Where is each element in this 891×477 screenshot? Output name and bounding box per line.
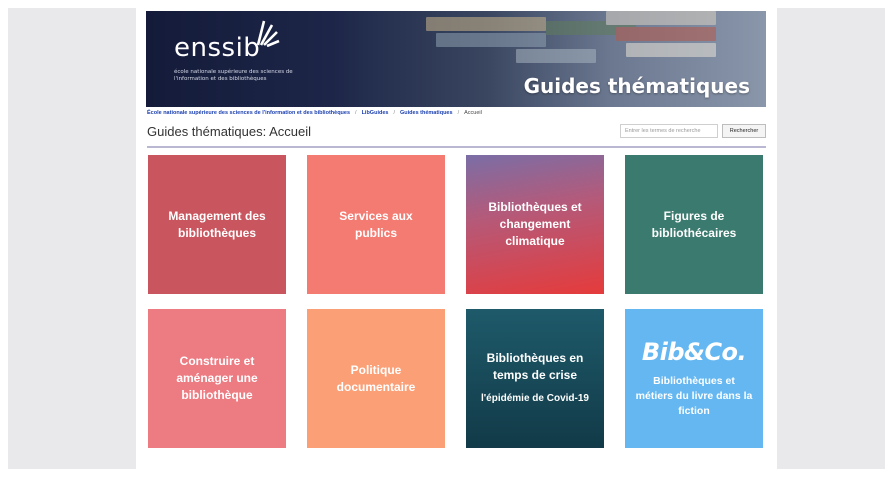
breadcrumb: École nationale supérieure des sciences …	[147, 110, 482, 116]
enssib-logo[interactable]: enssib	[174, 33, 260, 63]
tile-bib-and-co[interactable]: Bib&Co. Bibliothèques et métiers du livr…	[625, 309, 763, 448]
breadcrumb-item-libguides[interactable]: LibGuides	[362, 110, 389, 116]
tile-changement-climatique[interactable]: Bibliothèques et changement climatique	[466, 155, 604, 294]
header-banner: enssib école nationale supérieure des sc…	[146, 11, 766, 107]
tile-label: Services aux publics	[339, 208, 413, 240]
tile-politique-documentaire[interactable]: Politique documentaire	[307, 309, 445, 448]
tile-label: Figures de bibliothécaires	[651, 208, 737, 240]
tile-temps-de-crise[interactable]: Bibliothèques en temps de crise l'épidém…	[466, 309, 604, 448]
tile-construire[interactable]: Construire et aménager une bibliothèque	[148, 309, 286, 448]
banner-title: Guides thématiques	[523, 74, 750, 98]
tile-sublabel: l'épidémie de Covid-19	[481, 393, 589, 404]
page-title: Guides thématiques: Accueil	[147, 124, 312, 139]
tile-label: Construire et aménager une bibliothèque	[176, 354, 258, 402]
logo-rays-icon	[256, 20, 280, 47]
search-input[interactable]: Entrer les termes de recherche	[620, 124, 718, 138]
tile-management[interactable]: Management des bibliothèques	[148, 155, 286, 294]
bib-and-co-logo: Bib&Co.	[641, 338, 747, 366]
breadcrumb-item-guides[interactable]: Guides thématiques	[400, 110, 453, 116]
tile-label: Bibliothèques en temps de crise	[486, 351, 584, 382]
tile-label: Bibliothèques et changement climatique	[488, 200, 582, 248]
tile-services-publics[interactable]: Services aux publics	[307, 155, 445, 294]
search-button[interactable]: Rechercher	[722, 124, 766, 138]
logo-subtitle: école nationale supérieure des sciences …	[174, 69, 293, 82]
title-divider	[147, 146, 766, 148]
tile-figures-bibliothecaires[interactable]: Figures de bibliothécaires	[625, 155, 763, 294]
page-container: enssib école nationale supérieure des sc…	[136, 8, 777, 469]
tile-label: Politique documentaire	[336, 362, 416, 394]
breadcrumb-current: Accueil	[464, 110, 482, 116]
tile-label: Bibliothèques et métiers du livre dans l…	[635, 375, 753, 417]
tile-label: Management des bibliothèques	[168, 208, 266, 240]
breadcrumb-item-enssib[interactable]: École nationale supérieure des sciences …	[147, 110, 350, 116]
